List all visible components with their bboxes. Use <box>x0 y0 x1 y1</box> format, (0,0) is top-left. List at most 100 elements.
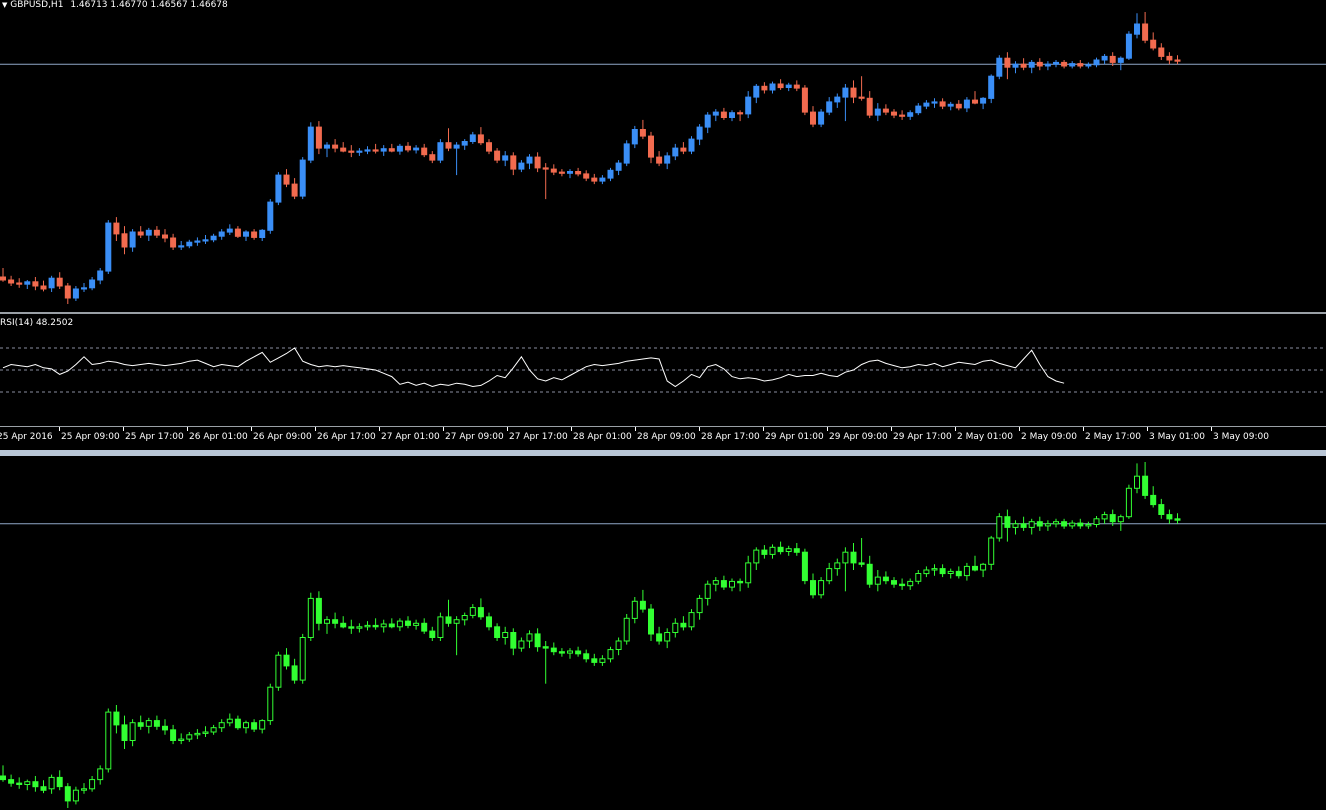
candle-body <box>218 231 225 237</box>
time-tick-label: 25 Apr 09:00 <box>61 432 120 442</box>
candle-body <box>899 114 906 117</box>
candle-body <box>1117 516 1124 523</box>
candle-body <box>558 651 565 654</box>
candle-body <box>639 129 646 137</box>
price-chart-svg[interactable] <box>0 0 1326 312</box>
candle-body <box>1125 33 1132 59</box>
candle-body <box>899 583 906 587</box>
candle-body <box>599 177 606 182</box>
candle-body <box>388 623 395 628</box>
candle-body <box>81 788 87 791</box>
candle-body <box>834 562 841 570</box>
candle-body <box>850 87 857 98</box>
candle-body <box>996 516 1003 539</box>
time-tick-label: 25 Apr 17:00 <box>125 432 184 442</box>
candle-body <box>858 96 865 99</box>
candle-body <box>680 622 687 628</box>
price-chart-secondary[interactable] <box>0 456 1326 810</box>
candle-body <box>477 134 484 144</box>
candle-body <box>1028 61 1035 68</box>
collapse-arrow-icon[interactable]: ▼ <box>2 1 7 9</box>
candle-body <box>332 144 339 149</box>
candle-body <box>129 231 136 248</box>
candle-body <box>534 633 541 648</box>
candle-body <box>145 229 152 236</box>
candle-body <box>1061 61 1068 67</box>
candle-body <box>866 97 873 116</box>
ohlc-readout: 1.46713 1.46770 1.46567 1.46678 <box>70 0 228 10</box>
rsi-chart-svg[interactable] <box>0 314 1326 426</box>
candle-body <box>704 583 711 599</box>
time-tick-label: 25 Apr 2016 <box>0 432 53 442</box>
candle-body <box>664 632 671 642</box>
candle-body <box>251 231 258 238</box>
candle-body <box>761 85 768 91</box>
candle-body <box>1101 514 1108 520</box>
candle-body <box>607 169 614 179</box>
time-tick-mark <box>1083 427 1084 431</box>
time-tick-mark <box>635 427 636 431</box>
candle-body <box>315 126 322 149</box>
candle-body <box>48 277 55 289</box>
candle-body <box>494 150 501 161</box>
candle-body <box>502 632 509 638</box>
candle-body <box>745 562 752 584</box>
candle-body <box>777 546 784 553</box>
price-chart-main[interactable]: ▼ GBPUSD,H1 1.46713 1.46770 1.46567 1.46… <box>0 0 1326 312</box>
candle-body <box>453 619 460 624</box>
candle-body <box>429 630 436 639</box>
candle-body <box>785 84 792 88</box>
candle-body <box>1166 514 1173 520</box>
candle-body <box>850 551 857 564</box>
candle-body <box>712 111 719 116</box>
candle-body <box>461 615 468 621</box>
candle-body <box>0 276 6 281</box>
candle-body <box>988 537 995 565</box>
candle-body <box>380 148 387 152</box>
candle-body <box>963 99 970 109</box>
candle-body <box>129 722 136 742</box>
candle-body <box>340 147 347 152</box>
candle-body <box>283 174 290 185</box>
candle-body <box>672 147 679 157</box>
candle-body <box>923 569 930 575</box>
candle-body <box>1142 475 1149 496</box>
secondary-chart-svg[interactable] <box>0 456 1326 810</box>
candle-body <box>267 201 274 231</box>
candle-body <box>56 277 63 287</box>
candle-body <box>202 731 209 734</box>
rsi-pane[interactable]: RSI(14) 48.2502 <box>0 314 1326 426</box>
candle-body <box>980 97 987 104</box>
time-tick-label: 29 Apr 09:00 <box>829 432 888 442</box>
candle-body <box>518 640 525 649</box>
rsi-line <box>2 347 1065 388</box>
candle-body <box>340 622 347 628</box>
candle-body <box>575 650 582 655</box>
candle-body <box>631 129 638 145</box>
candle-body <box>567 650 573 654</box>
candle-body <box>1044 63 1051 67</box>
candle-body <box>882 576 889 582</box>
candle-body <box>510 155 517 170</box>
candle-body <box>1134 23 1140 35</box>
candle-body <box>818 111 825 125</box>
time-tick-label: 27 Apr 17:00 <box>509 432 568 442</box>
candle-body <box>64 786 71 802</box>
candle-body <box>1150 39 1157 49</box>
candle-body <box>963 565 970 577</box>
candle-body <box>396 145 403 152</box>
candle-body <box>186 734 193 740</box>
candle-body <box>720 111 727 118</box>
candle-body <box>89 779 96 790</box>
candle-body <box>972 99 978 104</box>
candle-body <box>105 222 112 272</box>
candle-body <box>988 75 995 99</box>
candle-body <box>648 608 654 635</box>
candle-body <box>210 235 217 241</box>
candle-body <box>972 565 978 571</box>
candle-body <box>858 562 865 565</box>
candle-body <box>550 168 557 173</box>
candle-body <box>664 155 671 164</box>
candle-body <box>656 156 663 164</box>
candle-body <box>162 234 168 239</box>
